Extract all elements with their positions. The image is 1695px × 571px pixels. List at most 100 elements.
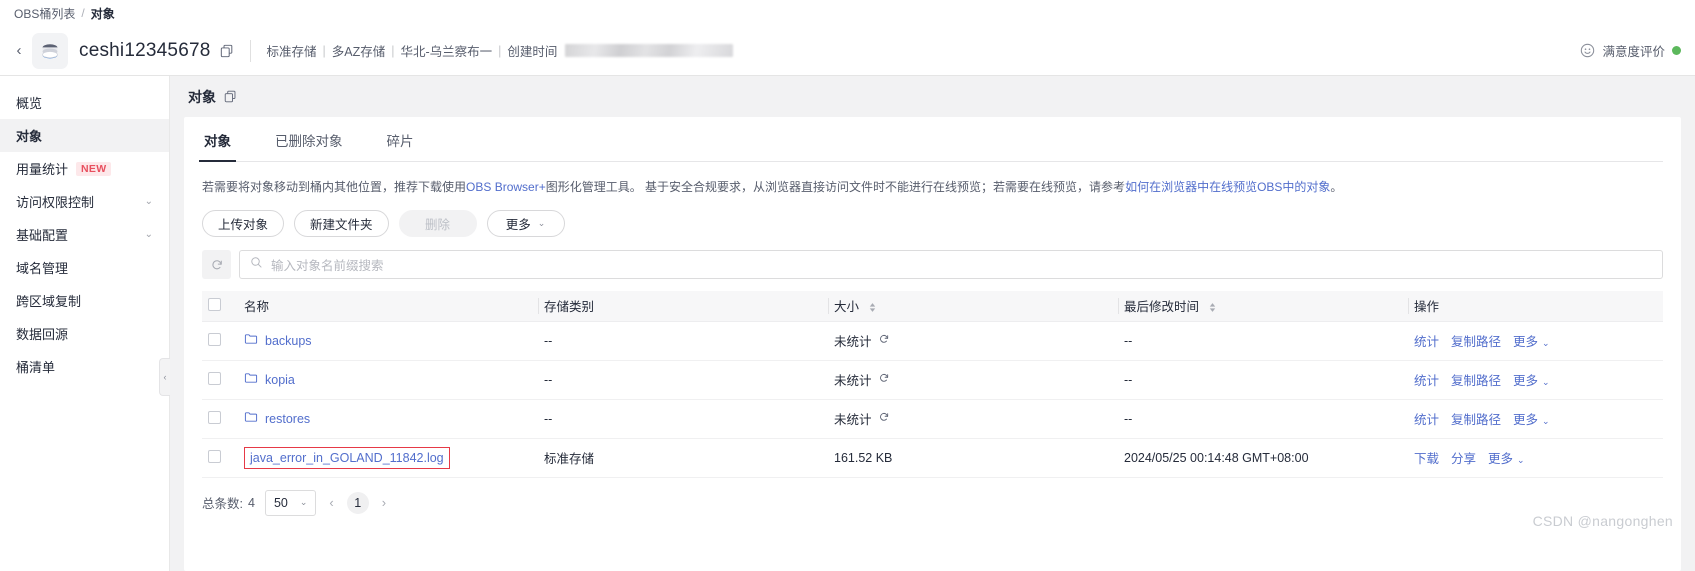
sidebar-item-label: 对象 bbox=[16, 129, 43, 144]
row-size-cell: 未统计 bbox=[828, 321, 1118, 361]
folder-link[interactable]: kopia bbox=[265, 373, 295, 387]
row-checkbox[interactable] bbox=[208, 410, 221, 424]
header-right: 满意度评价 bbox=[1580, 41, 1681, 60]
op-copy-path[interactable]: 复制路径 bbox=[1451, 331, 1501, 350]
page-size-select[interactable]: 50 ⌄ bbox=[264, 489, 317, 516]
row-operations: 下载 分享 更多 ⌄ bbox=[1408, 438, 1663, 478]
content-area: 对象 对象 已删除对象 碎片 若需要将对象移动到桶内其他位置，推荐下载使用OBS… bbox=[170, 76, 1695, 571]
sidebar: 概览 对象 用量统计 NEW 访问权限控制 ⌄ 基础配置 ⌄ 域名管理 跨区域复… bbox=[0, 76, 170, 571]
button-label: 新建文件夹 bbox=[310, 218, 373, 232]
folder-link[interactable]: restores bbox=[265, 412, 310, 426]
row-modified-time: -- bbox=[1118, 360, 1408, 400]
notice-part-2: 图形化管理工具。 基于安全合规要求，从浏览器直接访问文件时不能进行在线预览；若需… bbox=[545, 180, 1126, 194]
refresh-stat-icon[interactable] bbox=[878, 372, 890, 387]
sidebar-item-4[interactable]: 基础配置 ⌄ bbox=[0, 218, 169, 251]
select-all-checkbox[interactable] bbox=[208, 297, 221, 311]
op-download[interactable]: 下载 bbox=[1414, 448, 1439, 467]
row-checkbox[interactable] bbox=[208, 371, 221, 385]
sidebar-collapse-handle[interactable]: ‹ bbox=[159, 358, 170, 396]
chevron-down-icon: ⌄ bbox=[1542, 416, 1550, 426]
sidebar-item-label: 域名管理 bbox=[16, 261, 69, 276]
sidebar-item-label: 基础配置 bbox=[16, 228, 69, 243]
sidebar-item-8[interactable]: 桶清单 bbox=[0, 350, 169, 383]
chevron-down-icon: ⌄ bbox=[1542, 377, 1550, 387]
copy-icon[interactable] bbox=[220, 44, 234, 58]
bucket-header: ‹ ceshi12345678 标准存储 | 多AZ存储 | 华北-乌兰察布一 … bbox=[0, 26, 1695, 76]
op-copy-path[interactable]: 复制路径 bbox=[1451, 409, 1501, 428]
page-size-value: 50 bbox=[273, 495, 288, 510]
button-label: 更多 bbox=[505, 218, 531, 232]
op-more-label: 更多 bbox=[1513, 374, 1539, 388]
refresh-icon[interactable] bbox=[202, 250, 231, 279]
page-title-text: 对象 bbox=[188, 88, 216, 105]
sidebar-item-0[interactable]: 概览 bbox=[0, 86, 169, 119]
prev-page-button[interactable]: ‹ bbox=[326, 495, 336, 510]
folder-link[interactable]: backups bbox=[265, 334, 312, 348]
column-label: 大小 bbox=[834, 300, 860, 315]
refresh-stat-icon[interactable] bbox=[878, 411, 890, 426]
op-more[interactable]: 更多 ⌄ bbox=[1513, 331, 1550, 350]
sidebar-item-2[interactable]: 用量统计 NEW bbox=[0, 152, 169, 185]
row-size-cell: 未统计 bbox=[828, 399, 1118, 439]
notice-part-3: 。 bbox=[1330, 180, 1343, 194]
total-label: 总条数: bbox=[202, 497, 243, 511]
satisfaction-link[interactable]: 满意度评价 bbox=[1602, 41, 1665, 60]
op-more-label: 更多 bbox=[1513, 335, 1539, 349]
op-statistics[interactable]: 统计 bbox=[1414, 409, 1439, 428]
sort-icon[interactable] bbox=[868, 302, 877, 313]
search-placeholder: 输入对象名前缀搜索 bbox=[271, 259, 384, 273]
op-more[interactable]: 更多 ⌄ bbox=[1513, 370, 1550, 389]
row-storage-class: 标准存储 bbox=[538, 438, 828, 478]
op-more[interactable]: 更多 ⌄ bbox=[1488, 448, 1525, 467]
button-label: 上传对象 bbox=[218, 218, 269, 232]
sidebar-item-7[interactable]: 数据回源 bbox=[0, 317, 169, 350]
sidebar-item-1[interactable]: 对象 bbox=[0, 119, 169, 152]
sidebar-item-6[interactable]: 跨区域复制 bbox=[0, 284, 169, 317]
table-row: java_error_in_GOLAND_11842.log 标准存储 161.… bbox=[202, 438, 1663, 478]
chevron-down-icon: ⌄ bbox=[1542, 338, 1550, 348]
tab-deleted-objects[interactable]: 已删除对象 bbox=[273, 130, 345, 161]
page-number-1[interactable]: 1 bbox=[346, 491, 369, 514]
file-link[interactable]: java_error_in_GOLAND_11842.log bbox=[244, 446, 450, 469]
row-checkbox[interactable] bbox=[208, 449, 221, 463]
sidebar-item-5[interactable]: 域名管理 bbox=[0, 251, 169, 284]
copy-icon[interactable] bbox=[224, 90, 237, 103]
refresh-stat-icon[interactable] bbox=[878, 333, 890, 348]
row-size: 未统计 bbox=[834, 374, 872, 388]
row-checkbox[interactable] bbox=[208, 332, 221, 346]
op-statistics[interactable]: 统计 bbox=[1414, 331, 1439, 350]
sort-icon[interactable] bbox=[1208, 302, 1217, 313]
button-label: 删除 bbox=[425, 218, 451, 232]
column-label: 存储类别 bbox=[544, 300, 595, 315]
upload-object-button[interactable]: 上传对象 bbox=[202, 210, 285, 237]
breadcrumb: OBS桶列表 / 对象 bbox=[0, 0, 1695, 26]
obs-browser-link[interactable]: OBS Browser+ bbox=[466, 180, 546, 194]
tab-fragments[interactable]: 碎片 bbox=[385, 130, 416, 161]
page-title: 对象 bbox=[170, 76, 1695, 117]
preview-help-link[interactable]: 如何在浏览器中在线预览OBS中的对象 bbox=[1125, 180, 1330, 194]
op-share[interactable]: 分享 bbox=[1451, 448, 1476, 467]
op-statistics[interactable]: 统计 bbox=[1414, 370, 1439, 389]
row-size-cell: 161.52 KB bbox=[828, 438, 1118, 478]
op-more[interactable]: 更多 ⌄ bbox=[1513, 409, 1550, 428]
notice-part-1: 若需要将对象移动到桶内其他位置，推荐下载使用 bbox=[202, 180, 467, 194]
row-modified-time: 2024/05/25 00:14:48 GMT+08:00 bbox=[1118, 438, 1408, 478]
tab-objects[interactable]: 对象 bbox=[199, 130, 236, 162]
next-page-button[interactable]: › bbox=[379, 495, 389, 510]
row-operations: 统计 复制路径 更多 ⌄ bbox=[1408, 321, 1663, 361]
column-modified-time[interactable]: 最后修改时间 bbox=[1118, 291, 1408, 322]
bucket-created-label: 创建时间 bbox=[507, 45, 558, 59]
row-select-cell bbox=[202, 438, 238, 478]
smiley-icon[interactable] bbox=[1580, 43, 1595, 58]
more-button[interactable]: 更多 ⌄ bbox=[486, 210, 565, 237]
table-body: backups -- 未统计 -- 统计 复制路径 更多 ⌄ kopia -- … bbox=[202, 321, 1663, 478]
back-icon[interactable]: ‹ bbox=[8, 36, 30, 66]
table-footer: 总条数: 4 50 ⌄ ‹ 1 › bbox=[202, 478, 1663, 516]
breadcrumb-root[interactable]: OBS桶列表 bbox=[14, 5, 75, 22]
new-folder-button[interactable]: 新建文件夹 bbox=[294, 210, 389, 237]
column-size[interactable]: 大小 bbox=[828, 291, 1118, 322]
search-input[interactable]: 输入对象名前缀搜索 bbox=[239, 250, 1663, 279]
sidebar-item-3[interactable]: 访问权限控制 ⌄ bbox=[0, 185, 169, 218]
row-name-cell: kopia bbox=[238, 360, 538, 400]
op-copy-path[interactable]: 复制路径 bbox=[1451, 370, 1501, 389]
